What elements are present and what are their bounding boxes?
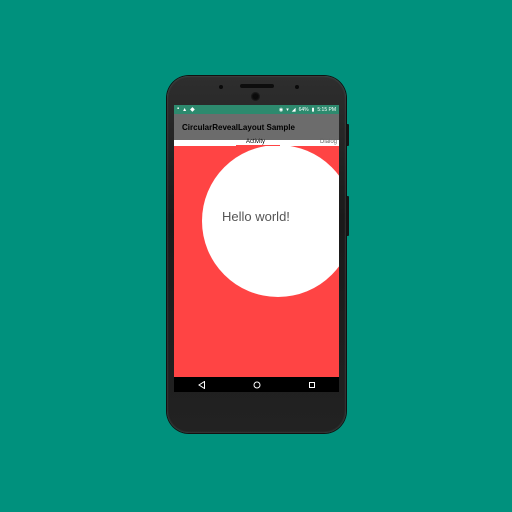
- recents-icon[interactable]: [302, 377, 322, 392]
- battery-percent: 64%: [298, 106, 309, 113]
- back-icon[interactable]: [192, 377, 212, 392]
- tab-dialog[interactable]: Dialog: [320, 139, 337, 145]
- front-camera: [251, 92, 260, 101]
- hello-text: Hello world!: [222, 209, 290, 224]
- sensor-left: [219, 85, 223, 89]
- phone-screen: ▪ ▴ ◆ ◉ ▾ ◢ 64% ▮ 5:15 PM CircularReveal…: [174, 105, 339, 392]
- app-toolbar: CircularRevealLayout Sample: [174, 114, 339, 140]
- notification-icon: ▴: [183, 107, 187, 113]
- home-icon[interactable]: [247, 377, 267, 392]
- wifi-icon: ▾: [286, 106, 289, 113]
- sensor-right: [295, 85, 299, 89]
- alarm-icon: ◉: [278, 106, 284, 113]
- mail-icon: ◆: [190, 107, 195, 113]
- video-icon: ▪: [177, 106, 180, 112]
- status-bar: ▪ ▴ ◆ ◉ ▾ ◢ 64% ▮ 5:15 PM: [174, 105, 339, 114]
- earpiece-speaker: [240, 84, 274, 88]
- phone-frame: ▪ ▴ ◆ ◉ ▾ ◢ 64% ▮ 5:15 PM CircularReveal…: [167, 76, 349, 433]
- signal-icon: ◢: [291, 106, 296, 113]
- power-button: [346, 124, 349, 146]
- clock: 5:15 PM: [317, 106, 336, 113]
- reveal-content[interactable]: Hello world!: [174, 146, 339, 377]
- toolbar-title: CircularRevealLayout Sample: [182, 122, 295, 132]
- volume-button: [346, 196, 349, 236]
- navigation-bar: [174, 377, 339, 392]
- battery-icon: ▮: [311, 106, 315, 113]
